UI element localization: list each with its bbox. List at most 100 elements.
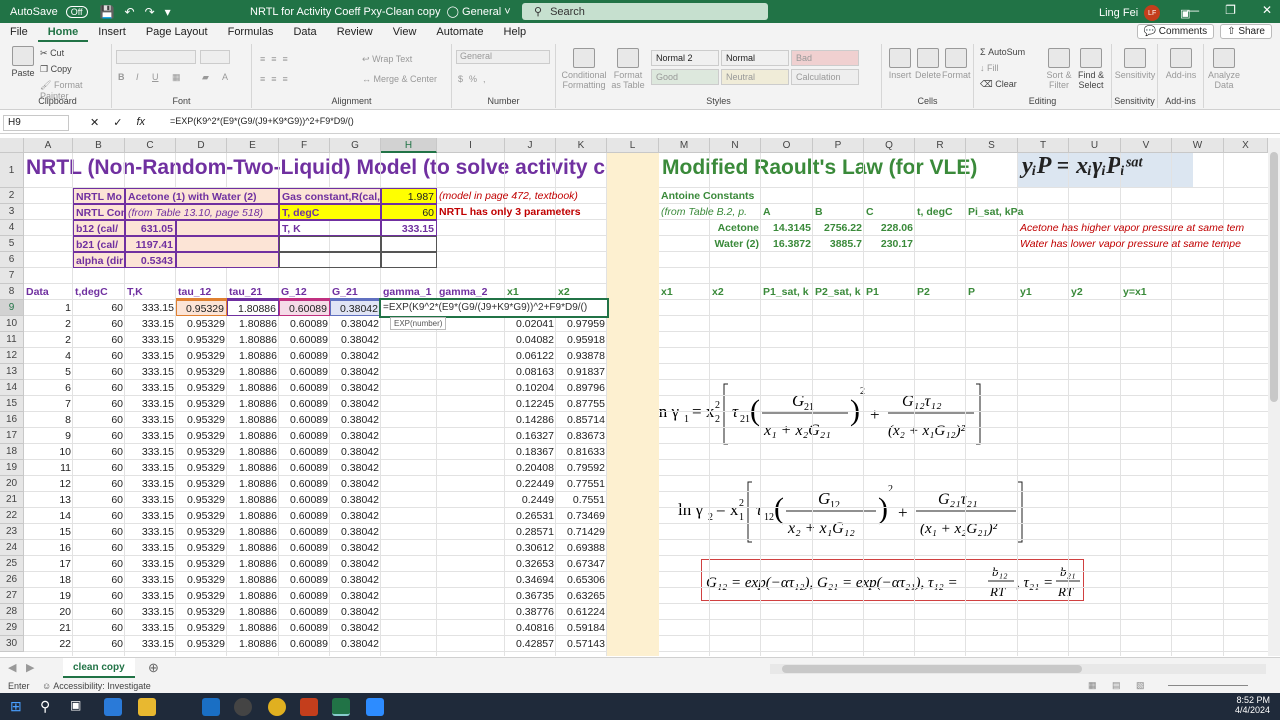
row-header[interactable]: 7 <box>0 268 24 284</box>
active-cell-editor[interactable]: =EXP(K9^2*(E9*(G9/(J9+K9*G9))^2+F9*D9/() <box>379 298 609 318</box>
formula-input[interactable]: =EXP(K9^2*(E9*(G9/(J9+K9*G9))^2+F9*D9/() <box>170 116 354 126</box>
row-header[interactable]: 24 <box>0 540 24 556</box>
column-header-g[interactable]: G <box>330 138 381 153</box>
row-header[interactable]: 19 <box>0 460 24 476</box>
row-header[interactable]: 25 <box>0 556 24 572</box>
autosave-toggle[interactable]: Off <box>65 5 88 18</box>
row-header[interactable]: 17 <box>0 428 24 444</box>
column-header-k[interactable]: K <box>556 138 607 153</box>
format-cells-button[interactable]: Format <box>942 48 971 80</box>
row-header[interactable]: 5 <box>0 236 24 252</box>
chrome-icon[interactable] <box>268 698 286 716</box>
horizontal-scrollbar[interactable] <box>770 664 1266 674</box>
tab-home[interactable]: Home <box>37 23 89 42</box>
dell-icon[interactable] <box>234 698 252 716</box>
bold-button[interactable]: B <box>118 72 125 82</box>
comments-button[interactable]: 💬 Comments <box>1136 24 1215 39</box>
delete-cells-button[interactable]: Delete <box>914 48 942 80</box>
row-header[interactable]: 11 <box>0 332 24 348</box>
row-header[interactable]: 18 <box>0 444 24 460</box>
style-normal[interactable]: Normal <box>721 50 789 66</box>
column-header-x[interactable]: X <box>1224 138 1268 153</box>
column-header-b[interactable]: B <box>73 138 125 153</box>
column-header-u[interactable]: U <box>1069 138 1121 153</box>
column-header-n[interactable]: N <box>710 138 761 153</box>
column-header-p[interactable]: P <box>813 138 864 153</box>
tab-insert[interactable]: Insert <box>88 23 136 42</box>
number-format-icons[interactable]: $%, <box>458 74 492 84</box>
taskbar-search-icon[interactable]: ⚲ <box>40 698 58 716</box>
task-view-icon[interactable]: ▣ <box>70 698 88 716</box>
edge-icon[interactable] <box>104 698 122 716</box>
style-calculation[interactable]: Calculation <box>791 69 859 85</box>
column-header-l[interactable]: L <box>607 138 659 153</box>
column-header-t[interactable]: T <box>1018 138 1069 153</box>
row-header[interactable]: 21 <box>0 492 24 508</box>
row-header[interactable]: 2 <box>0 188 24 204</box>
select-all-corner[interactable] <box>0 138 24 153</box>
column-header-r[interactable]: R <box>915 138 966 153</box>
font-size-select[interactable] <box>200 50 230 64</box>
row-header[interactable]: 3 <box>0 204 24 220</box>
row-header[interactable]: 12 <box>0 348 24 364</box>
column-header-m[interactable]: M <box>659 138 710 153</box>
clear-button[interactable]: ⌫ Clear <box>980 79 1017 90</box>
column-header-o[interactable]: O <box>761 138 813 153</box>
row-header[interactable]: 1 <box>0 153 24 188</box>
cut-button[interactable]: ✂ Cut <box>40 48 64 59</box>
column-header-j[interactable]: J <box>505 138 556 153</box>
cancel-entry-icon[interactable]: ✕ <box>90 116 99 129</box>
windows-start-icon[interactable]: ⊞ <box>10 698 28 716</box>
column-header-s[interactable]: S <box>966 138 1018 153</box>
style-neutral[interactable]: Neutral <box>721 69 789 85</box>
customize-qat-icon[interactable]: ▾ <box>165 5 171 19</box>
row-header[interactable]: 20 <box>0 476 24 492</box>
close-icon[interactable]: ✕ <box>1262 3 1272 17</box>
search-box[interactable]: ⚲ Search <box>522 3 768 20</box>
row-header[interactable]: 9 <box>0 300 24 316</box>
row-header[interactable]: 28 <box>0 604 24 620</box>
user-account[interactable]: Ling Fei LF ▣ <box>1099 5 1191 21</box>
accessibility-status[interactable]: ☺ Accessibility: Investigate <box>42 681 151 691</box>
paste-button[interactable]: Paste <box>8 46 38 78</box>
analyze-data-button[interactable]: Analyze Data <box>1206 48 1242 90</box>
row-header[interactable]: 30 <box>0 636 24 652</box>
row-header[interactable]: 15 <box>0 396 24 412</box>
tab-automate[interactable]: Automate <box>426 23 493 42</box>
underline-button[interactable]: U <box>152 72 159 82</box>
zoom-slider[interactable] <box>1168 685 1248 686</box>
save-icon[interactable]: 💾 <box>100 5 115 19</box>
clock[interactable]: 8:52 PM 4/4/2024 <box>1235 695 1270 715</box>
style-normal-2[interactable]: Normal 2 <box>651 50 719 66</box>
copy-button[interactable]: ❐ Copy <box>40 64 72 75</box>
horizontal-scroll-thumb[interactable] <box>782 665 1082 673</box>
confirm-entry-icon[interactable]: ✓ <box>113 116 122 129</box>
column-header-a[interactable]: A <box>24 138 73 153</box>
vertical-scroll-thumb[interactable] <box>1270 152 1278 402</box>
add-sheet-icon[interactable]: ⊕ <box>148 660 159 676</box>
column-header-w[interactable]: W <box>1172 138 1224 153</box>
vertical-align-icons[interactable]: ≡≡≡ <box>260 54 294 64</box>
conditional-formatting-button[interactable]: Conditional Formatting <box>560 48 608 90</box>
column-header-f[interactable]: F <box>279 138 330 153</box>
find-select-button[interactable]: Find & Select <box>1074 48 1108 90</box>
sensitivity-button[interactable]: Sensitivity <box>1114 48 1156 80</box>
row-header[interactable]: 23 <box>0 524 24 540</box>
worksheet-grid[interactable]: NRTL (Non-Random-Two-Liquid) Model (to s… <box>0 138 1268 656</box>
next-sheet-icon[interactable]: ▶ <box>26 661 34 674</box>
row-header[interactable]: 13 <box>0 364 24 380</box>
font-color-icon[interactable]: A <box>222 72 228 82</box>
row-header[interactable]: 14 <box>0 380 24 396</box>
zoom-icon[interactable] <box>366 698 384 716</box>
row-header[interactable]: 6 <box>0 252 24 268</box>
sheet-tab-clean-copy[interactable]: clean copy <box>63 658 135 678</box>
row-header[interactable]: 10 <box>0 316 24 332</box>
tab-file[interactable]: File <box>0 23 38 42</box>
borders-icon[interactable]: ▦ <box>172 72 181 83</box>
row-header[interactable]: 8 <box>0 284 24 300</box>
page-layout-view-icon[interactable]: ▤ <box>1112 680 1121 691</box>
tab-data[interactable]: Data <box>283 23 326 42</box>
name-box[interactable]: H9 <box>3 115 69 131</box>
restore-icon[interactable]: ❐ <box>1225 3 1236 17</box>
autosave-control[interactable]: AutoSave Off <box>10 5 88 18</box>
